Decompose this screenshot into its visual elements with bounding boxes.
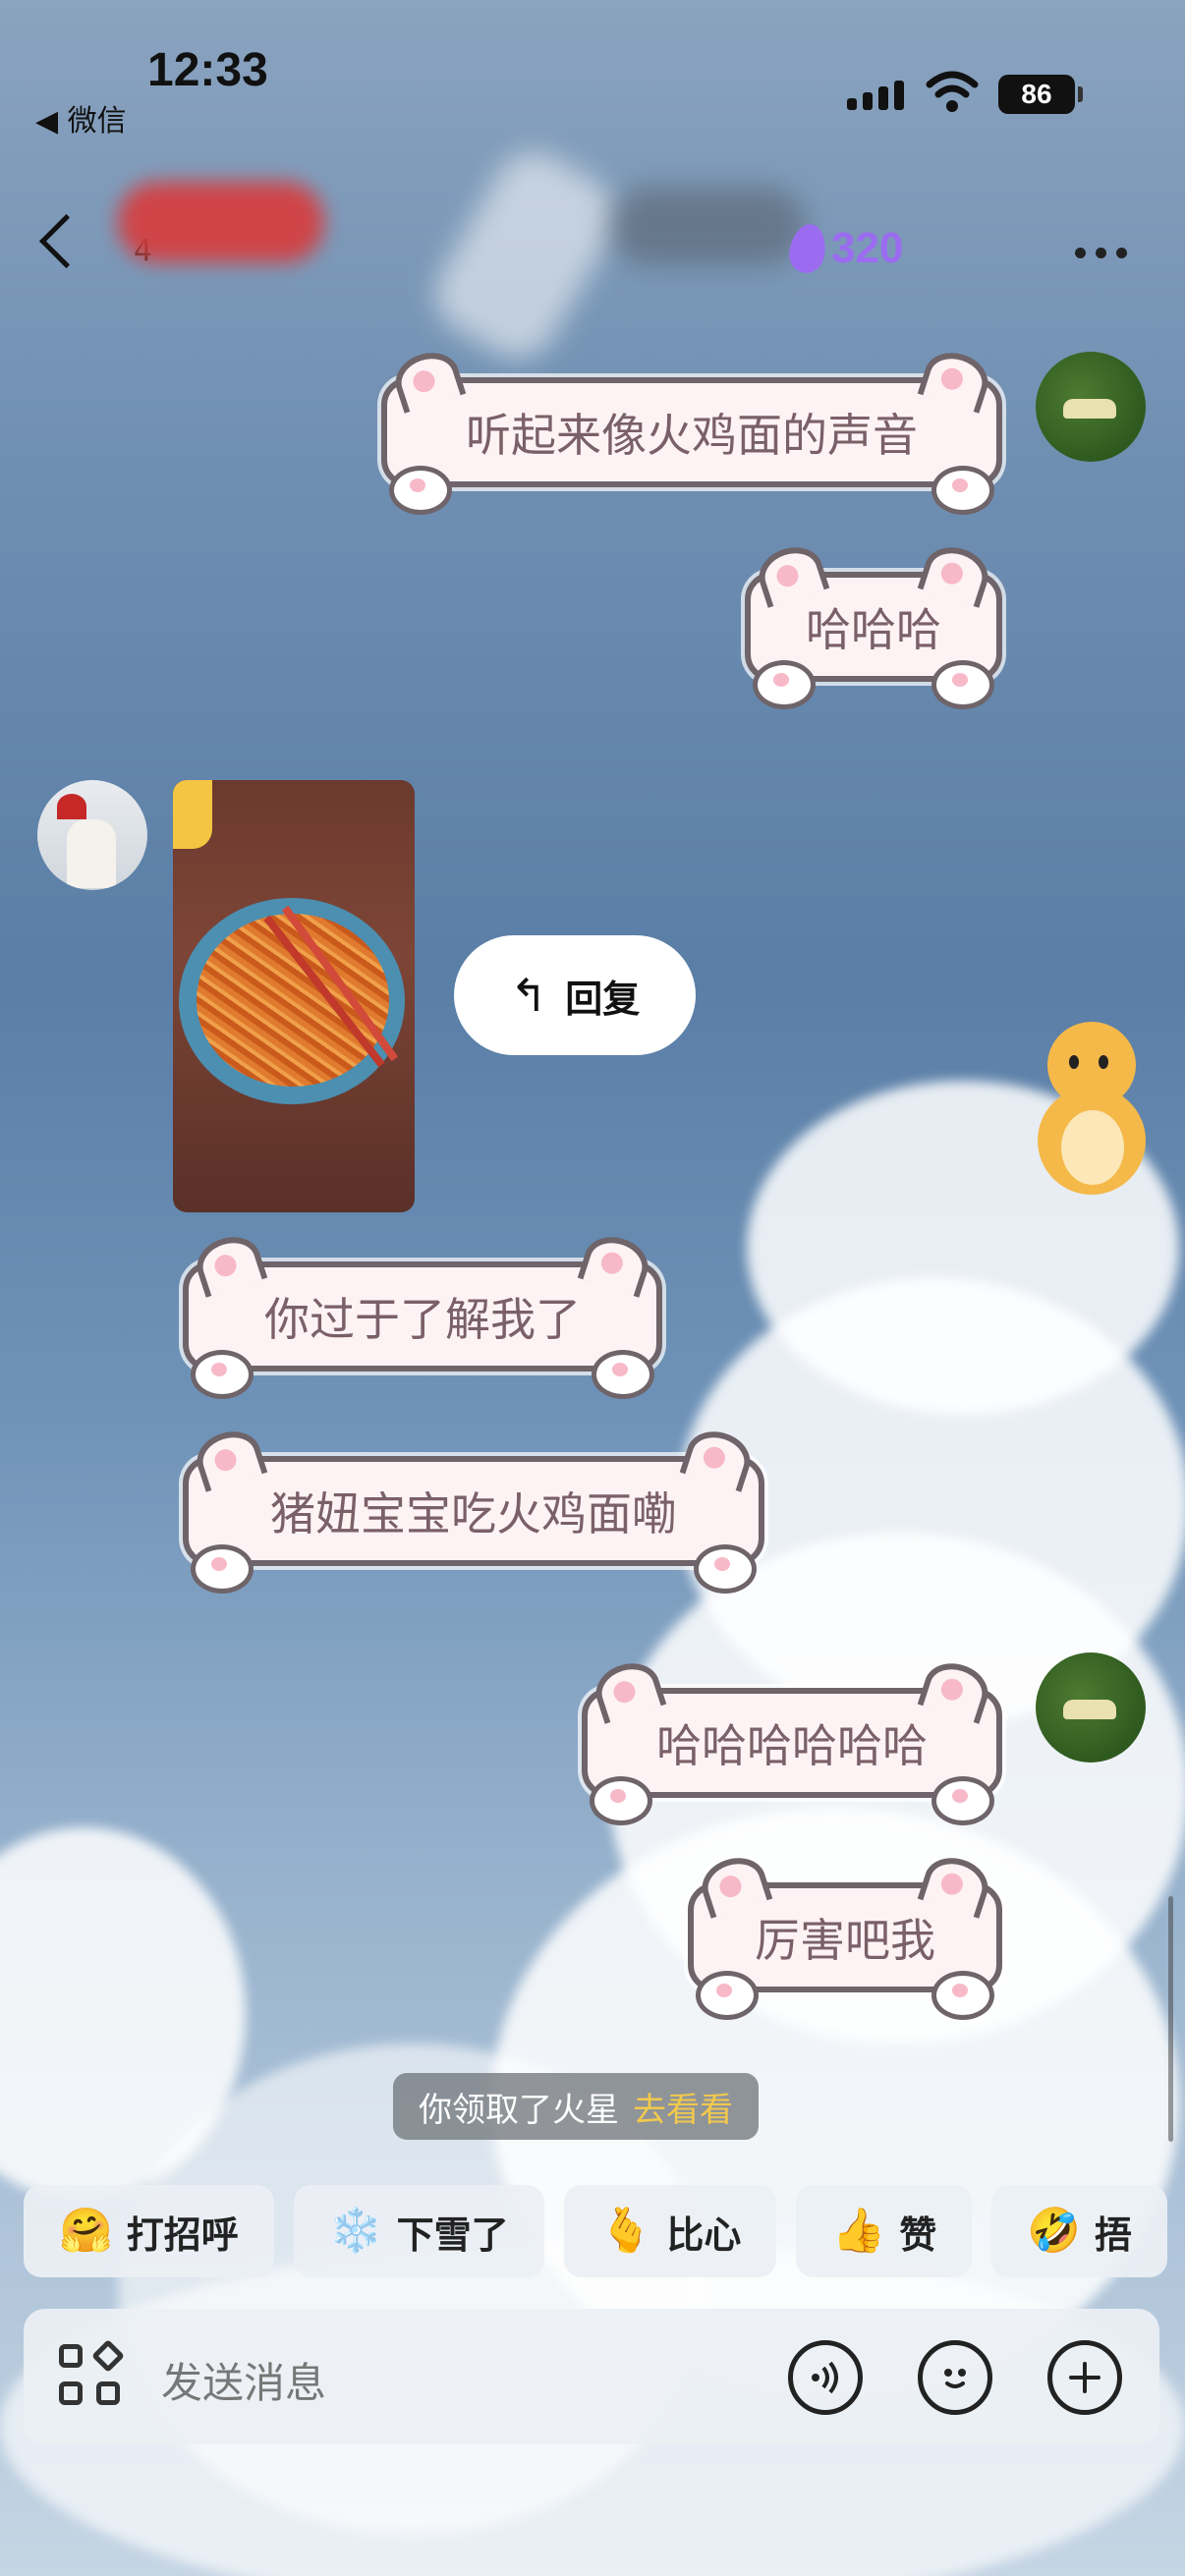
scrollbar[interactable]	[1168, 1896, 1173, 2142]
quick-reply-snow[interactable]: ❄️ 下雪了	[293, 2185, 544, 2277]
blurred-contact-name	[421, 138, 631, 373]
back-to-app-link[interactable]: ◀ 微信	[35, 96, 127, 140]
add-icon[interactable]	[1047, 2340, 1122, 2415]
finger-heart-icon: 🫰	[598, 2206, 653, 2256]
message-bubble[interactable]: 猪妞宝宝吃火鸡面嘞	[183, 1424, 764, 1594]
laughing-emoji-icon: 🤣	[1027, 2206, 1082, 2256]
fire-count: 320	[831, 224, 904, 272]
emoji-icon[interactable]	[918, 2340, 992, 2415]
wifi-icon	[926, 71, 979, 118]
voice-icon[interactable]	[788, 2340, 863, 2415]
quick-reply-laugh[interactable]: 🤣 捂	[991, 2185, 1168, 2277]
system-notice: 你领取了火星 去看看	[393, 2073, 759, 2140]
message-bubble[interactable]: 哈哈哈	[745, 539, 1002, 709]
notice-action-link[interactable]: 去看看	[633, 2083, 733, 2131]
message-text: 你过于了解我了	[264, 1293, 581, 1346]
back-chevron-icon[interactable]	[38, 213, 94, 269]
thumbs-up-icon: 👍	[831, 2206, 886, 2256]
more-options-icon[interactable]	[1075, 248, 1127, 258]
fire-streak-badge[interactable]: 320	[785, 221, 904, 276]
reply-label: 回复	[565, 977, 641, 1021]
reply-button[interactable]: ↰ 回复	[454, 935, 696, 1055]
message-input[interactable]: 发送消息	[161, 2350, 326, 2410]
quick-reply-label: 比心	[666, 2212, 742, 2257]
avatar[interactable]	[1036, 352, 1146, 462]
hug-emoji-icon: 🤗	[59, 2206, 113, 2256]
notice-text: 你领取了火星	[419, 2090, 619, 2130]
message-bubble[interactable]: 你过于了解我了	[183, 1229, 662, 1399]
quick-reply-label: 赞	[899, 2212, 937, 2257]
quick-reply-label: 捂	[1095, 2212, 1133, 2257]
message-bubble[interactable]: 厉害吧我	[688, 1850, 1002, 2020]
quick-reply-greet[interactable]: 🤗 打招呼	[24, 2185, 274, 2277]
snowflake-icon: ❄️	[328, 2206, 383, 2256]
message-text: 听起来像火鸡面的声音	[466, 409, 918, 462]
message-text: 哈哈哈哈哈哈	[656, 1719, 928, 1772]
battery-indicator: 86	[998, 75, 1083, 114]
avatar[interactable]	[37, 780, 147, 890]
message-text: 厉害吧我	[755, 1914, 935, 1967]
message-bubble[interactable]: 哈哈哈哈哈哈	[582, 1655, 1002, 1825]
message-text: 哈哈哈	[806, 603, 941, 656]
blurred-contact-name	[118, 182, 324, 262]
message-bubble[interactable]: 听起来像火鸡面的声音	[381, 345, 1002, 515]
quick-reply-label: 打招呼	[126, 2212, 239, 2257]
apps-grid-icon[interactable]	[59, 2339, 125, 2409]
mascot-sticker-icon[interactable]	[1034, 1022, 1150, 1204]
chat-screen: 12:33 ◀ 微信 86 4 320 听起来像火鸡面的声音 哈哈哈	[0, 0, 1185, 2576]
flame-icon	[785, 221, 830, 276]
cellular-signal-icon	[847, 81, 904, 110]
image-message[interactable]	[173, 780, 415, 1212]
avatar[interactable]	[1036, 1652, 1146, 1763]
blurred-contact-name	[609, 187, 806, 265]
quick-reply-heart[interactable]: 🫰 比心	[563, 2185, 777, 2277]
quick-reply-label: 下雪了	[396, 2212, 509, 2257]
quick-reply-bar: 🤗 打招呼 ❄️ 下雪了 🫰 比心 👍 赞 🤣 捂	[24, 2185, 1168, 2277]
message-input-bar: 发送消息	[24, 2309, 1159, 2444]
quick-reply-like[interactable]: 👍 赞	[796, 2185, 973, 2277]
message-text: 猪妞宝宝吃火鸡面嘞	[270, 1487, 677, 1540]
status-time: 12:33	[147, 44, 268, 96]
reply-arrow-icon: ↰	[509, 969, 548, 1022]
